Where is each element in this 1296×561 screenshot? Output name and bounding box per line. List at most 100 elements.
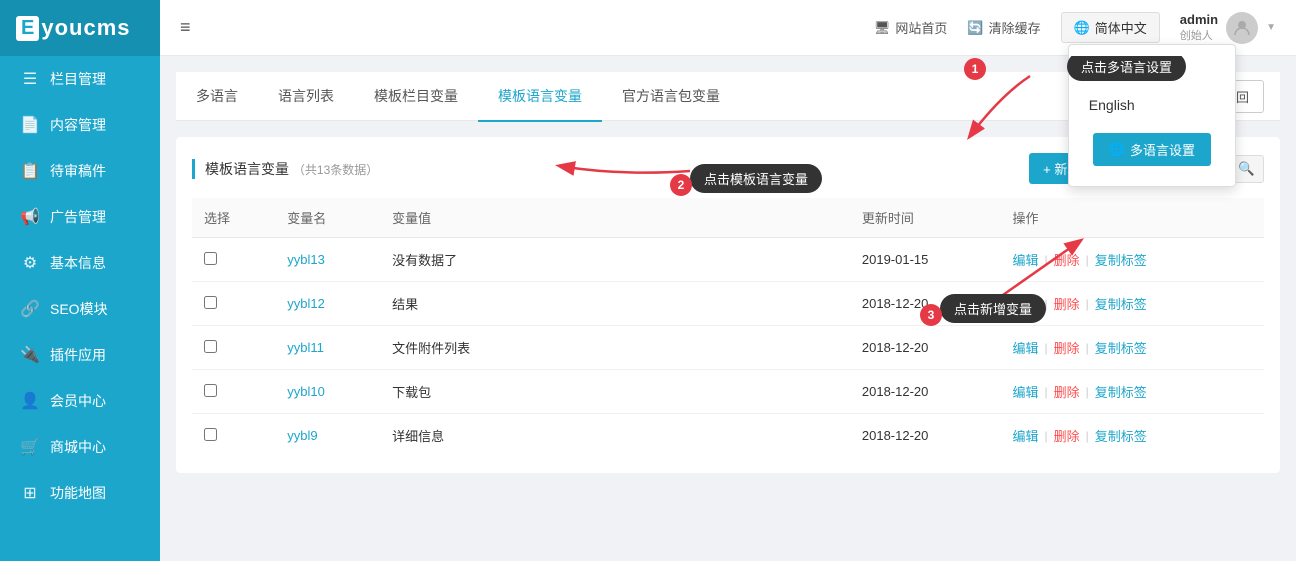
logo-e: E [16, 16, 39, 41]
var-name-link-3[interactable]: yybl10 [287, 384, 325, 399]
table-row: yybl11 文件附件列表 2018-12-20 编辑 | 删除 | 复制标签 [192, 326, 1264, 370]
language-dropdown: 简体中文 English 🌐 多语言设置 [1068, 44, 1236, 187]
table-row: yybl12 结果 2018-12-20 编辑 | 删除 | 复制标签 [192, 282, 1264, 326]
multilang-settings-button[interactable]: 🌐 多语言设置 [1093, 133, 1211, 166]
action-links-2: 编辑 | 删除 | 复制标签 [1013, 338, 1253, 357]
sidebar-item-members-label: 会员中心 [50, 391, 106, 411]
col-varvalue: 变量值 [380, 198, 550, 238]
var-value-0: 没有数据了 [380, 238, 550, 282]
var-value-3: 下载包 [380, 370, 550, 414]
clear-cache-button[interactable]: 🔄 清除缓存 [967, 18, 1040, 37]
var-date-4: 2018-12-20 [850, 414, 1001, 458]
lang-option-en[interactable]: English [1069, 89, 1235, 121]
action-links-0: 编辑 | 删除 | 复制标签 [1013, 250, 1253, 269]
admin-area[interactable]: admin 创始人 ▼ [1180, 12, 1276, 44]
copy-link-1[interactable]: 复制标签 [1095, 294, 1147, 313]
sidebar-item-content[interactable]: 📄 内容管理 [0, 102, 160, 148]
tabs-list: 多语言 语言列表 模板栏目变量 模板语言变量 官方语言包变量 [176, 72, 1197, 120]
var-name-link-4[interactable]: yybl9 [287, 428, 317, 443]
topbar: ≡ 🖥 网站首页 🔄 清除缓存 🌐 简体中文 admin 创始人 [160, 0, 1296, 56]
logo-area: E youcms [0, 0, 160, 56]
tab-official-lang-vars[interactable]: 官方语言包变量 [602, 72, 740, 122]
topbar-right: 🖥 网站首页 🔄 清除缓存 🌐 简体中文 admin 创始人 ▼ [874, 12, 1276, 44]
sidebar-item-members[interactable]: 👤 会员中心 [0, 378, 160, 424]
copy-link-0[interactable]: 复制标签 [1095, 250, 1147, 269]
multilang-btn-label: 多语言设置 [1130, 140, 1195, 159]
action-links-1: 编辑 | 删除 | 复制标签 [1013, 294, 1253, 313]
col-check: 选择 [192, 198, 275, 238]
sidebar-item-pending[interactable]: 📋 待审稿件 [0, 148, 160, 194]
ads-icon: 📢 [20, 207, 40, 227]
row-checkbox-1[interactable] [204, 296, 217, 309]
avatar [1226, 12, 1258, 44]
sidebar-item-basic[interactable]: ⚙ 基本信息 [0, 240, 160, 286]
edit-link-1[interactable]: 编辑 [1013, 294, 1039, 313]
action-links-3: 编辑 | 删除 | 复制标签 [1013, 382, 1253, 401]
clear-cache-label: 清除缓存 [989, 18, 1041, 37]
refresh-icon: 🔄 [967, 20, 983, 36]
globe-small-icon: 🌐 [1109, 142, 1125, 158]
sitemap-icon: ⊞ [20, 483, 40, 503]
sidebar-item-seo[interactable]: 🔗 SEO模块 [0, 286, 160, 332]
delete-link-4[interactable]: 删除 [1054, 426, 1080, 445]
sidebar-item-shop[interactable]: 🛒 商城中心 [0, 424, 160, 470]
table-row: yybl10 下载包 2018-12-20 编辑 | 删除 | 复制标签 [192, 370, 1264, 414]
delete-link-1[interactable]: 删除 [1054, 294, 1080, 313]
tab-tpl-lang-vars[interactable]: 模板语言变量 [478, 72, 602, 122]
copy-link-4[interactable]: 复制标签 [1095, 426, 1147, 445]
edit-link-2[interactable]: 编辑 [1013, 338, 1039, 357]
columns-icon: ☰ [20, 69, 40, 89]
sidebar-item-plugins-label: 插件应用 [50, 345, 106, 365]
seo-icon: 🔗 [20, 299, 40, 319]
globe-icon: 🌐 [1074, 20, 1090, 36]
row-checkbox-4[interactable] [204, 428, 217, 441]
language-selector-button[interactable]: 🌐 简体中文 [1061, 12, 1160, 43]
edit-link-0[interactable]: 编辑 [1013, 250, 1039, 269]
var-date-1: 2018-12-20 [850, 282, 1001, 326]
tab-multilang[interactable]: 多语言 [176, 72, 258, 122]
row-checkbox-0[interactable] [204, 252, 217, 265]
sidebar-item-shop-label: 商城中心 [50, 437, 106, 457]
menu-toggle-button[interactable]: ≡ [180, 17, 191, 38]
sidebar-item-seo-label: SEO模块 [50, 299, 108, 319]
table-count: （共13条数据） [293, 163, 378, 177]
sidebar: E youcms ☰ 栏目管理 📄 内容管理 📋 待审稿件 📢 广告管理 ⚙ 基… [0, 0, 160, 561]
lang-option-zh[interactable]: 简体中文 [1069, 53, 1235, 89]
main-area: ≡ 🖥 网站首页 🔄 清除缓存 🌐 简体中文 admin 创始人 [160, 0, 1296, 561]
sidebar-item-sitemap[interactable]: ⊞ 功能地图 [0, 470, 160, 516]
delete-link-3[interactable]: 删除 [1054, 382, 1080, 401]
sidebar-item-plugins[interactable]: 🔌 插件应用 [0, 332, 160, 378]
delete-link-0[interactable]: 删除 [1054, 250, 1080, 269]
row-checkbox-3[interactable] [204, 384, 217, 397]
content-icon: 📄 [20, 115, 40, 135]
pending-icon: 📋 [20, 161, 40, 181]
edit-link-3[interactable]: 编辑 [1013, 382, 1039, 401]
var-name-link-2[interactable]: yybl11 [287, 340, 324, 355]
copy-link-3[interactable]: 复制标签 [1095, 382, 1147, 401]
data-table: 选择 变量名 变量值 更新时间 操作 yybl13 没有数据了 2019-01-… [192, 198, 1264, 457]
var-name-link-1[interactable]: yybl12 [287, 296, 325, 311]
tab-langlist[interactable]: 语言列表 [258, 72, 354, 122]
sidebar-menu: ☰ 栏目管理 📄 内容管理 📋 待审稿件 📢 广告管理 ⚙ 基本信息 🔗 SEO… [0, 56, 160, 561]
sidebar-item-sitemap-label: 功能地图 [50, 483, 106, 503]
col-varname: 变量名 [275, 198, 380, 238]
var-value-4: 详细信息 [380, 414, 550, 458]
sidebar-item-basic-label: 基本信息 [50, 253, 106, 273]
chevron-down-icon: ▼ [1266, 22, 1276, 33]
sidebar-item-ads[interactable]: 📢 广告管理 [0, 194, 160, 240]
edit-link-4[interactable]: 编辑 [1013, 426, 1039, 445]
basic-icon: ⚙ [20, 253, 40, 273]
action-links-4: 编辑 | 删除 | 复制标签 [1013, 426, 1253, 445]
row-checkbox-2[interactable] [204, 340, 217, 353]
website-home-button[interactable]: 🖥 网站首页 [874, 18, 948, 37]
dropdown-divider: 🌐 多语言设置 [1069, 121, 1235, 178]
var-value-2: 文件附件列表 [380, 326, 550, 370]
var-name-link-0[interactable]: yybl13 [287, 252, 325, 267]
copy-link-2[interactable]: 复制标签 [1095, 338, 1147, 357]
tab-tpl-vars[interactable]: 模板栏目变量 [354, 72, 478, 122]
logo-text: youcms [41, 15, 130, 41]
delete-link-2[interactable]: 删除 [1054, 338, 1080, 357]
table-row: yybl13 没有数据了 2019-01-15 编辑 | 删除 | 复制标签 [192, 238, 1264, 282]
table-row: yybl9 详细信息 2018-12-20 编辑 | 删除 | 复制标签 [192, 414, 1264, 458]
sidebar-item-columns[interactable]: ☰ 栏目管理 [0, 56, 160, 102]
